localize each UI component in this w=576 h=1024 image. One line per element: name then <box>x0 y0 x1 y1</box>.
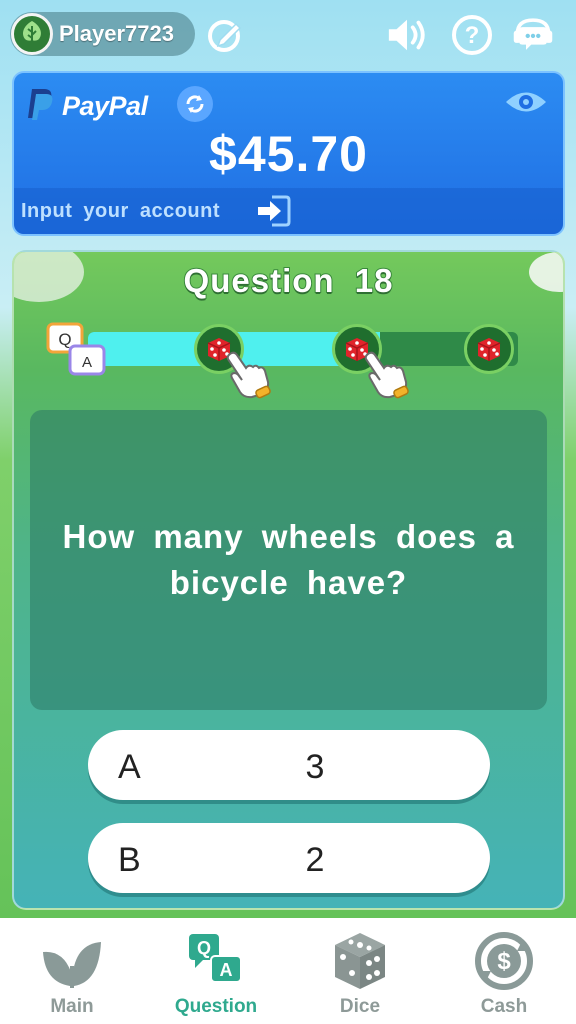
sound-icon[interactable] <box>386 14 428 56</box>
account-prompt: Input your account <box>21 200 220 222</box>
nav-question[interactable]: Q A Question <box>144 918 288 1024</box>
question-title: Question 18 <box>183 261 394 300</box>
refresh-icon[interactable] <box>177 86 213 122</box>
help-icon[interactable]: ? <box>451 14 493 56</box>
svg-text:A: A <box>82 354 92 371</box>
question-text: How many wheels does a bicycle have? <box>62 518 515 601</box>
nav-dice[interactable]: Dice <box>288 918 432 1024</box>
player-profile[interactable]: Player7723 <box>10 12 195 56</box>
tree-avatar-icon <box>11 13 53 55</box>
paypal-brand: PayPal <box>62 91 148 121</box>
answer-option-b[interactable]: B 2 <box>88 823 490 893</box>
paypal-icon <box>26 87 56 126</box>
dice-milestone-3[interactable] <box>464 324 514 374</box>
nav-label: Question <box>174 996 258 1017</box>
edit-icon[interactable] <box>204 14 246 56</box>
top-bar: Player7723 ? <box>0 0 576 70</box>
question-panel: Question 18 Q A How many wheels does a b… <box>12 250 565 910</box>
dice-icon <box>477 338 501 361</box>
cash-icon: $ <box>472 930 536 992</box>
pointing-hand-icon <box>222 348 274 400</box>
account-input-row[interactable]: Input your account <box>14 188 563 234</box>
progress-track <box>88 332 518 366</box>
answer-option-a[interactable]: A 3 <box>88 730 490 800</box>
paypal-balance: $45.70 <box>209 126 368 182</box>
paypal-logo: PayPal <box>26 87 148 126</box>
dice-icon <box>328 930 392 992</box>
support-chat-icon[interactable] <box>512 14 554 56</box>
svg-text:Q: Q <box>58 330 71 349</box>
svg-text:Q: Q <box>197 938 211 958</box>
qa-badge-icon: Q A <box>46 322 110 382</box>
nav-label: Dice <box>339 996 381 1017</box>
nav-main[interactable]: Main <box>0 918 144 1024</box>
svg-text:?: ? <box>465 22 480 49</box>
nav-label: Cash <box>480 996 528 1017</box>
bottom-nav: Main Q A Question Dice $ Cash <box>0 918 576 1024</box>
svg-text:A: A <box>220 960 233 980</box>
eye-icon[interactable] <box>503 87 549 117</box>
login-icon[interactable] <box>256 194 292 228</box>
pointing-hand-icon <box>360 348 412 400</box>
paypal-balance-card: PayPal $45.70 Input your account <box>12 71 565 236</box>
answer-value: 2 <box>305 841 325 879</box>
svg-text:$: $ <box>497 948 511 975</box>
answer-value: 3 <box>305 748 325 786</box>
question-box: How many wheels does a bicycle have? <box>30 410 547 710</box>
nav-cash[interactable]: $ Cash <box>432 918 576 1024</box>
qa-icon: Q A <box>184 930 248 992</box>
leaf-icon <box>40 930 104 992</box>
nav-label: Main <box>50 996 94 1017</box>
player-name: Player7723 <box>59 21 174 46</box>
